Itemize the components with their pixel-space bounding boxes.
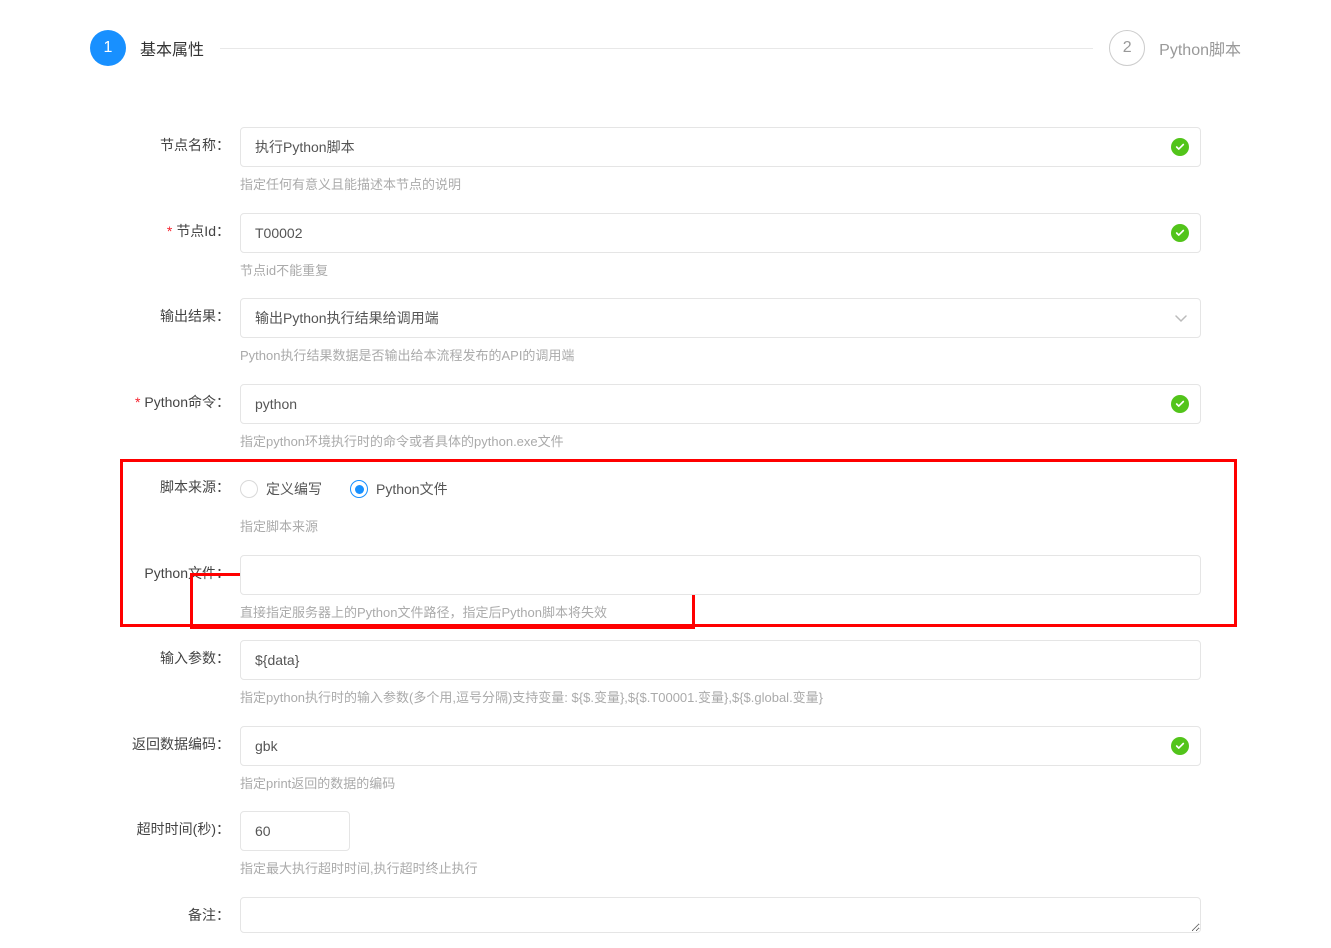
row-node-id: *节点Id： 节点id不能重复: [130, 207, 1201, 281]
hint-python-cmd: 指定python环境执行时的命令或者具体的python.exe文件: [240, 432, 1201, 452]
row-node-name: 节点名称： 指定任何有意义且能描述本节点的说明: [130, 121, 1201, 195]
step-connector: [220, 48, 1093, 49]
input-node-id[interactable]: [240, 213, 1201, 253]
input-python-file[interactable]: [240, 555, 1201, 595]
label-script-source: 脚本来源：: [130, 469, 240, 497]
row-return-encoding: 返回数据编码： 指定print返回的数据的编码: [130, 720, 1201, 794]
highlight-section: 脚本来源： 定义编写 Python文件 指定脚本来源 Python文件：: [130, 463, 1201, 622]
radio-label-define-write: 定义编写: [266, 479, 322, 499]
step-2-circle: 2: [1109, 30, 1145, 66]
row-script-source: 脚本来源： 定义编写 Python文件 指定脚本来源: [130, 463, 1201, 537]
label-python-file: Python文件：: [130, 555, 240, 583]
label-timeout: 超时时间(秒)：: [130, 811, 240, 839]
textarea-remark[interactable]: [240, 897, 1201, 933]
radio-dot: [240, 480, 258, 498]
hint-python-file: 直接指定服务器上的Python文件路径，指定后Python脚本将失效: [240, 603, 1201, 623]
label-python-cmd: *Python命令：: [130, 384, 240, 412]
step-1-circle: 1: [90, 30, 126, 66]
check-icon: [1171, 737, 1189, 755]
hint-node-id: 节点id不能重复: [240, 261, 1201, 281]
label-input-params: 输入参数：: [130, 640, 240, 668]
step-2-label: Python脚本: [1159, 36, 1241, 60]
radio-define-write[interactable]: 定义编写: [240, 479, 322, 499]
row-python-cmd: *Python命令： 指定python环境执行时的命令或者具体的python.e…: [130, 378, 1201, 452]
hint-node-name: 指定任何有意义且能描述本节点的说明: [240, 175, 1201, 195]
step-1-label: 基本属性: [140, 36, 204, 60]
radio-python-file[interactable]: Python文件: [350, 479, 448, 499]
row-output-result: 输出结果： 输出Python执行结果给调用端 Python执行结果数据是否输出给…: [130, 292, 1201, 366]
select-output-result[interactable]: 输出Python执行结果给调用端: [240, 298, 1201, 338]
label-node-id: *节点Id：: [130, 213, 240, 241]
radio-group-script-source: 定义编写 Python文件: [240, 469, 1201, 509]
label-output-result: 输出结果：: [130, 298, 240, 326]
input-python-cmd[interactable]: [240, 384, 1201, 424]
radio-dot: [350, 480, 368, 498]
input-node-name[interactable]: [240, 127, 1201, 167]
label-node-name: 节点名称：: [130, 127, 240, 155]
input-return-encoding[interactable]: [240, 726, 1201, 766]
form-basic-properties: 节点名称： 指定任何有意义且能描述本节点的说明 *节点Id： 节点id不能重复: [90, 121, 1241, 936]
check-icon: [1171, 138, 1189, 156]
hint-script-source: 指定脚本来源: [240, 517, 1201, 537]
row-timeout: 超时时间(秒)： 指定最大执行超时时间,执行超时终止执行: [130, 805, 1201, 879]
label-remark: 备注：: [130, 897, 240, 925]
hint-output-result: Python执行结果数据是否输出给本流程发布的API的调用端: [240, 346, 1201, 366]
label-return-encoding: 返回数据编码：: [130, 726, 240, 754]
check-icon: [1171, 224, 1189, 242]
radio-label-python-file: Python文件: [376, 479, 448, 499]
row-remark: 备注：: [130, 891, 1201, 936]
hint-return-encoding: 指定print返回的数据的编码: [240, 774, 1201, 794]
row-input-params: 输入参数： 指定python执行时的输入参数(多个用,逗号分隔)支持变量: ${…: [130, 634, 1201, 708]
hint-input-params: 指定python执行时的输入参数(多个用,逗号分隔)支持变量: ${$.变量},…: [240, 688, 1201, 708]
hint-timeout: 指定最大执行超时时间,执行超时终止执行: [240, 859, 1201, 879]
input-input-params[interactable]: [240, 640, 1201, 680]
step-1-number: 1: [104, 39, 113, 57]
step-2[interactable]: 2 Python脚本: [1109, 30, 1241, 66]
check-icon: [1171, 395, 1189, 413]
row-python-file: Python文件： 直接指定服务器上的Python文件路径，指定后Python脚…: [130, 549, 1201, 623]
step-2-number: 2: [1123, 39, 1132, 57]
input-timeout[interactable]: [240, 811, 350, 851]
stepper: 1 基本属性 2 Python脚本: [90, 30, 1241, 66]
step-1[interactable]: 1 基本属性: [90, 30, 204, 66]
